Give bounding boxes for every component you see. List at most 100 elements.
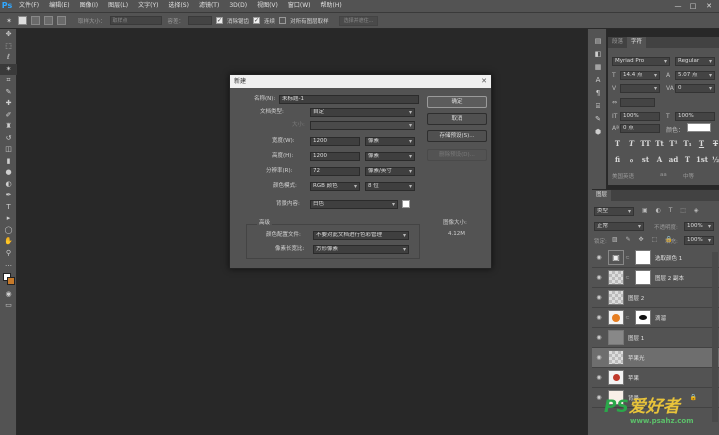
visibility-eye-icon[interactable]: ◉ [594, 294, 604, 301]
tracking-input[interactable]: 0 [675, 84, 715, 93]
resolution-input[interactable]: 72 [310, 167, 360, 176]
opacity-input[interactable]: 100% [684, 222, 714, 231]
select-and-mask-button[interactable]: 选择并遮住... [338, 15, 379, 26]
ligatures-button[interactable]: fi [612, 155, 623, 164]
horizontal-scale-input[interactable]: 100% [675, 112, 715, 121]
properties-panel-icon[interactable]: ⌸ [588, 100, 608, 113]
blur-tool-icon[interactable]: ● [0, 167, 17, 179]
magic-wand-tool-icon[interactable]: ✶ [0, 63, 17, 75]
adjustments-panel-icon[interactable]: ◧ [588, 48, 608, 61]
pen-tool-icon[interactable]: ✒ [0, 190, 17, 202]
new-selection-icon[interactable] [18, 16, 27, 25]
sample-size-select[interactable]: 取样点 [109, 16, 162, 25]
leading-input[interactable]: 5.07 点 [675, 71, 715, 80]
menu-edit[interactable]: 编辑(E) [44, 0, 74, 12]
titling-button[interactable]: A [654, 155, 665, 164]
kerning-input[interactable] [620, 84, 660, 93]
superior-button[interactable]: 1st [696, 155, 708, 164]
font-style-select[interactable]: Regular [675, 57, 715, 66]
menu-filter[interactable]: 滤镜(T) [194, 0, 224, 12]
background-color-swatch[interactable] [402, 200, 410, 208]
ordinals-button[interactable]: T [682, 155, 693, 164]
width-unit-select[interactable]: 像素 [365, 137, 415, 146]
tab-character[interactable]: 字符 [627, 37, 647, 48]
faux-bold-button[interactable]: T [612, 139, 623, 148]
path-select-icon[interactable]: ▸ [0, 213, 17, 225]
bit-depth-select[interactable]: 8 位 [365, 182, 415, 191]
background-contents-select[interactable]: 白色 [310, 200, 398, 209]
preset-select[interactable]: 自定 [310, 108, 415, 117]
brush-tool-icon[interactable]: ✐ [0, 110, 17, 122]
visibility-eye-icon[interactable]: ◉ [594, 314, 604, 321]
layer-name[interactable]: 图层 1 [628, 334, 644, 342]
contiguous-checkbox[interactable]: ✓ [253, 17, 261, 24]
layer-row[interactable]: ◉ 图层 2 [592, 288, 719, 308]
font-size-input[interactable]: 14.4 点 [620, 71, 660, 80]
visibility-eye-icon[interactable]: ◉ [594, 254, 604, 261]
visibility-eye-icon[interactable]: ◉ [594, 354, 604, 361]
layer-row[interactable]: ◉ ⊂ 图层 2 副本 [592, 268, 719, 288]
superscript-button[interactable]: T¹ [668, 139, 679, 148]
menu-type[interactable]: 文字(Y) [133, 0, 163, 12]
height-unit-select[interactable]: 像素 [365, 152, 415, 161]
dialog-close-icon[interactable]: ✕ [481, 75, 487, 88]
layer-name[interactable]: 苹果 [628, 374, 639, 382]
layer-row-selected[interactable]: ◉ 苹果光 [592, 348, 719, 368]
close-window-button[interactable]: ✕ [703, 0, 715, 12]
fractions-button[interactable]: ½ [710, 155, 719, 164]
advanced-toggle[interactable]: 高级 [257, 219, 273, 228]
eyedropper-tool-icon[interactable]: ✎ [0, 87, 17, 99]
visibility-eye-icon[interactable]: ◉ [594, 374, 604, 381]
layer-row[interactable]: ◉ 图层 1 [592, 328, 719, 348]
more-tools-icon[interactable]: … [0, 259, 17, 271]
history-panel-icon[interactable]: ▤ [588, 35, 608, 48]
menu-window[interactable]: 窗口(W) [283, 0, 316, 12]
small-caps-button[interactable]: Tt [654, 139, 665, 148]
discretionary-ligatures-button[interactable]: st [640, 155, 651, 164]
add-selection-icon[interactable] [31, 16, 40, 25]
name-input[interactable]: 未标题-1 [279, 95, 419, 104]
visibility-eye-icon[interactable]: ◉ [594, 394, 604, 401]
tab-layers[interactable]: 图层 [592, 190, 612, 201]
menu-layer[interactable]: 图层(L) [103, 0, 133, 12]
layer-name[interactable]: 选取颜色 1 [655, 254, 682, 262]
quick-mask-icon[interactable]: ◉ [0, 289, 17, 301]
menu-file[interactable]: 文件(F) [14, 0, 44, 12]
shape-tool-icon[interactable]: ◯ [0, 225, 17, 237]
layer-name[interactable]: 图层 2 [628, 294, 644, 302]
crop-tool-icon[interactable]: ⌗ [0, 75, 17, 87]
layer-filter-select[interactable]: 类型 [594, 207, 634, 216]
subscript-button[interactable]: T₁ [682, 139, 693, 148]
layer-name[interactable]: 图层 2 副本 [655, 274, 684, 282]
save-preset-button[interactable]: 存储预设(S)... [427, 130, 487, 142]
minimize-button[interactable]: — [672, 0, 684, 12]
layer-mask-thumb[interactable] [635, 250, 651, 265]
faux-italic-button[interactable]: T [626, 139, 637, 148]
screen-mode-icon[interactable]: ▭ [0, 300, 17, 312]
sample-all-checkbox[interactable] [279, 17, 287, 24]
height-input[interactable]: 1200 [310, 152, 360, 161]
stamp-tool-icon[interactable]: ♜ [0, 121, 17, 133]
layer-filter-icons[interactable]: ▣ ◐ T ⬚ ◈ [642, 207, 701, 214]
blend-mode-select[interactable]: 正常 [594, 222, 644, 231]
subtract-selection-icon[interactable] [44, 16, 53, 25]
all-caps-button[interactable]: TT [640, 139, 651, 148]
pixel-aspect-select[interactable]: 方形像素 [313, 245, 409, 254]
menu-3d[interactable]: 3D(D) [224, 0, 252, 12]
fill-input[interactable]: 100% [684, 236, 714, 245]
gradient-tool-icon[interactable]: ▮ [0, 156, 17, 168]
layer-row[interactable]: ◉ ⊂ 滴溜 [592, 308, 719, 328]
visibility-eye-icon[interactable]: ◉ [594, 334, 604, 341]
width-input[interactable]: 1200 [310, 137, 360, 146]
zoom-tool-icon[interactable]: ⚲ [0, 248, 17, 260]
move-tool-icon[interactable]: ✥ [0, 29, 17, 41]
tolerance-input[interactable] [188, 16, 213, 25]
paragraph-panel-icon[interactable]: ¶ [588, 87, 608, 100]
underline-button[interactable]: T [696, 139, 707, 148]
tool-presets-icon[interactable]: ✎ [588, 113, 608, 126]
language-select[interactable]: 美国英语 [612, 172, 634, 180]
layer-row[interactable]: ◉ 苹果 [592, 368, 719, 388]
healing-tool-icon[interactable]: ✚ [0, 98, 17, 110]
swash-button[interactable]: ℴ [626, 155, 637, 164]
stylistic-alternates-button[interactable]: ad [668, 155, 679, 164]
